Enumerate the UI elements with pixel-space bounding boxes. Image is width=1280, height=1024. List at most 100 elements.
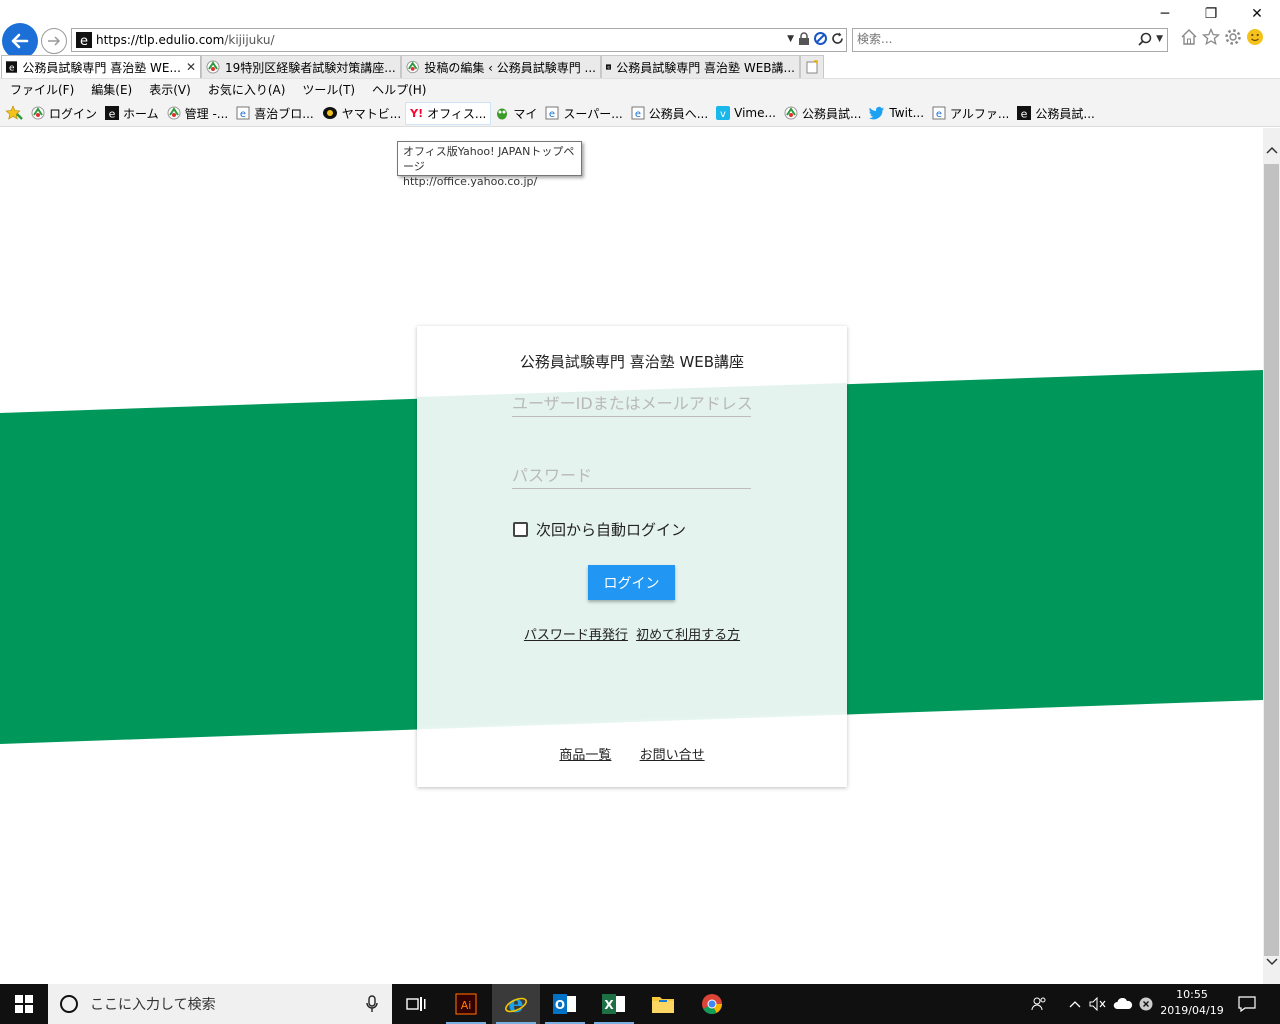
excel-icon: X	[602, 994, 625, 1014]
twitter-bird-icon	[869, 106, 885, 120]
favorite-login[interactable]: ログイン	[27, 102, 101, 125]
tab-edulio-active[interactable]: e 公務員試験専門 喜治塾 WE... ✕	[1, 55, 201, 78]
chevron-up-icon	[1069, 1001, 1081, 1008]
excel-taskbar-button[interactable]: X	[590, 984, 638, 1024]
favorite-twitter[interactable]: Twit...	[865, 102, 928, 125]
menu-favorites[interactable]: お気に入り(A)	[208, 81, 286, 98]
menu-view[interactable]: 表示(V)	[149, 81, 191, 98]
scrollbar-thumb[interactable]	[1264, 164, 1279, 956]
taskbar-search-placeholder: ここに入力して検索	[90, 997, 216, 1013]
new-tab-button[interactable]	[800, 55, 824, 78]
auto-login-option[interactable]: 次回から自動ログイン	[513, 519, 686, 540]
favorite-yahoo-office[interactable]: Y! オフィス...	[405, 101, 492, 125]
tab-close-icon[interactable]: ✕	[186, 60, 196, 74]
menu-bar: ファイル(F) 編集(E) 表示(V) お気に入り(A) ツール(T) ヘルプ(…	[0, 78, 1280, 100]
forward-arrow-icon	[48, 36, 61, 46]
url-dropdown-icon[interactable]: ▼	[787, 34, 794, 44]
settings-gear-icon[interactable]	[1224, 28, 1242, 46]
refresh-icon[interactable]	[831, 32, 844, 45]
search-box[interactable]: ▼	[852, 28, 1168, 52]
chrome-taskbar-button[interactable]	[688, 984, 736, 1024]
svg-text:e: e	[549, 109, 555, 120]
first-time-link[interactable]: 初めて利用する方	[636, 628, 740, 643]
user-id-field	[512, 394, 751, 417]
favorite-my[interactable]: マイ	[491, 102, 541, 125]
tab-strip: e 公務員試験専門 喜治塾 WE... ✕ 19特別区経験者試験対策講座... …	[0, 55, 1280, 78]
volume-button[interactable]	[1088, 984, 1108, 1024]
search-dropdown-icon[interactable]: ▼	[1156, 34, 1163, 44]
menu-edit[interactable]: 編集(E)	[91, 81, 132, 98]
products-link[interactable]: 商品一覧	[559, 748, 611, 763]
task-view-icon	[406, 997, 426, 1011]
add-favorite-star-icon[interactable]	[5, 105, 27, 121]
tab-keikensha[interactable]: 19特別区経験者試験対策講座...	[201, 55, 401, 78]
yamato-cat-icon	[322, 107, 337, 119]
forward-button[interactable]	[41, 28, 67, 54]
back-button[interactable]	[2, 23, 38, 59]
favorite-koumuin-he[interactable]: e 公務員へ...	[627, 102, 712, 125]
favorite-blog[interactable]: e 喜治ブロ...	[232, 102, 317, 125]
favorite-alpha[interactable]: e アルファ...	[928, 102, 1013, 125]
scroll-up-icon[interactable]	[1263, 142, 1280, 158]
favorite-yamato[interactable]: ヤマトビ...	[318, 102, 405, 125]
ie-page-icon: e	[236, 106, 250, 120]
illustrator-icon: Ai	[455, 993, 477, 1015]
search-icon[interactable]	[1138, 32, 1152, 46]
favorite-koumuin-shi[interactable]: 公務員試...	[780, 102, 865, 125]
footer-links: 商品一覧 お問い合せ	[417, 744, 847, 763]
favorite-tooltip: オフィス版Yahoo! JAPANトップページ http://office.ya…	[397, 141, 582, 188]
favorite-home[interactable]: e ホーム	[101, 102, 163, 125]
task-view-button[interactable]	[392, 984, 440, 1024]
smiley-feedback-icon[interactable]	[1246, 28, 1264, 46]
favorite-admin[interactable]: 管理 -...	[163, 102, 233, 125]
tab-label: 19特別区経験者試験対策講座...	[225, 60, 396, 75]
edulio-favicon-icon: e	[1017, 106, 1032, 120]
onedrive-button[interactable]	[1112, 984, 1134, 1024]
login-button[interactable]: ログイン	[588, 565, 675, 600]
scroll-down-icon[interactable]	[1263, 954, 1280, 970]
illustrator-taskbar-button[interactable]: Ai	[442, 984, 490, 1024]
people-button[interactable]	[1028, 984, 1050, 1024]
tab-label: 公務員試験専門 喜治塾 WE...	[22, 60, 181, 75]
page-viewport: 公務員試験専門 喜治塾 WEB講座 次回から自動ログイン ログイン パスワード再…	[0, 128, 1263, 984]
svg-text:X: X	[604, 998, 614, 1012]
edulio-favicon-icon: e	[606, 64, 612, 70]
ie-taskbar-button[interactable]: e	[492, 984, 540, 1024]
favorites-star-icon[interactable]	[1202, 28, 1220, 46]
password-reset-link[interactable]: パスワード再発行	[524, 628, 628, 643]
compat-view-icon[interactable]	[814, 32, 827, 45]
internet-explorer-icon: e	[505, 992, 527, 1016]
menu-tools[interactable]: ツール(T)	[302, 81, 355, 98]
site-favicon-icon: e	[76, 32, 92, 48]
contact-link[interactable]: お問い合せ	[640, 748, 705, 763]
file-explorer-taskbar-button[interactable]	[639, 984, 687, 1024]
auto-login-checkbox[interactable]	[513, 522, 528, 537]
tab-post-edit[interactable]: 投稿の編集 ‹ 公務員試験専門 ...	[401, 55, 601, 78]
user-id-input[interactable]	[512, 394, 751, 416]
tab-edulio-2[interactable]: e 公務員試験専門 喜治塾 WEB講...	[601, 55, 800, 78]
tray-overflow-button[interactable]	[1066, 984, 1084, 1024]
network-status-button[interactable]	[1138, 984, 1154, 1024]
start-button[interactable]	[0, 984, 48, 1024]
home-icon[interactable]	[1180, 28, 1198, 46]
taskbar-search[interactable]: ここに入力して検索	[48, 984, 392, 1024]
address-bar-row: e https://tlp.edulio.com/kijijuku/ ▼ ▼	[0, 22, 1280, 59]
menu-help[interactable]: ヘルプ(H)	[372, 81, 426, 98]
svg-text:Ai: Ai	[461, 999, 472, 1012]
favorite-vimeo[interactable]: v Vime...	[712, 102, 780, 125]
password-input[interactable]	[512, 466, 751, 488]
microphone-icon[interactable]	[366, 995, 378, 1013]
vertical-scrollbar[interactable]	[1263, 128, 1280, 984]
chrome-icon	[702, 994, 722, 1014]
search-input[interactable]	[857, 32, 1127, 46]
favorite-super[interactable]: e スーパー...	[541, 102, 626, 125]
clock[interactable]: 10:55 2019/04/19	[1158, 987, 1226, 1019]
lock-icon[interactable]	[798, 32, 810, 45]
svg-text:e: e	[80, 34, 88, 48]
outlook-taskbar-button[interactable]: O	[541, 984, 589, 1024]
favorites-bar: ログイン e ホーム 管理 -... e 喜治ブロ... ヤマトビ... Y! オフィ…	[0, 100, 1280, 127]
menu-file[interactable]: ファイル(F)	[10, 81, 74, 98]
action-center-button[interactable]	[1232, 984, 1262, 1024]
url-field[interactable]: e https://tlp.edulio.com/kijijuku/ ▼	[71, 28, 847, 52]
favorite-koumuin-shi-2[interactable]: e 公務員試...	[1013, 102, 1098, 125]
